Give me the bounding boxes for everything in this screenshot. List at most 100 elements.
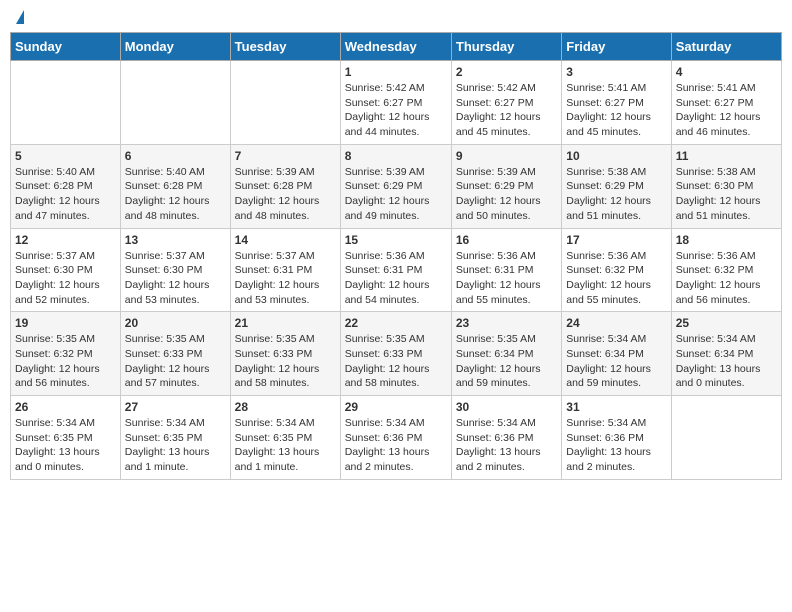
cell-info-text: Sunrise: 5:36 AM Sunset: 6:31 PM Dayligh… [345,249,447,308]
cell-date-number: 18 [676,233,777,247]
cell-info-text: Sunrise: 5:35 AM Sunset: 6:34 PM Dayligh… [456,332,557,391]
logo [14,10,24,24]
calendar-cell: 25 Sunrise: 5:34 AM Sunset: 6:34 PM Dayli… [671,312,781,396]
cell-date-number: 13 [125,233,226,247]
cell-date-number: 15 [345,233,447,247]
calendar-cell: 27 Sunrise: 5:34 AM Sunset: 6:35 PM Dayli… [120,396,230,480]
cell-date-number: 28 [235,400,336,414]
calendar-cell: 14Sunrise: 5:37 AM Sunset: 6:31 PM Dayli… [230,228,340,312]
cell-date-number: 16 [456,233,557,247]
calendar-cell: 31 Sunrise: 5:34 AM Sunset: 6:36 PM Dayli… [562,396,671,480]
calendar-cell: 17Sunrise: 5:36 AM Sunset: 6:32 PM Dayli… [562,228,671,312]
cell-date-number: 22 [345,316,447,330]
calendar-table: SundayMondayTuesdayWednesdayThursdayFrid… [10,32,782,480]
day-header-sunday: Sunday [11,33,121,61]
calendar-cell: 28 Sunrise: 5:34 AM Sunset: 6:35 PM Dayli… [230,396,340,480]
calendar-cell: 21 Sunrise: 5:35 AM Sunset: 6:33 PM Dayli… [230,312,340,396]
cell-info-text: Sunrise: 5:40 AM Sunset: 6:28 PM Dayligh… [15,165,116,224]
cell-date-number: 21 [235,316,336,330]
calendar-cell: 18 Sunrise: 5:36 AM Sunset: 6:32 PM Dayli… [671,228,781,312]
cell-info-text: Sunrise: 5:34 AM Sunset: 6:36 PM Dayligh… [456,416,557,475]
calendar-cell: 30 Sunrise: 5:34 AM Sunset: 6:36 PM Dayli… [451,396,561,480]
calendar-cell: 10 Sunrise: 5:38 AM Sunset: 6:29 PM Dayli… [562,144,671,228]
cell-info-text: Sunrise: 5:42 AM Sunset: 6:27 PM Dayligh… [456,81,557,140]
day-header-friday: Friday [562,33,671,61]
cell-info-text: Sunrise: 5:34 AM Sunset: 6:34 PM Dayligh… [566,332,666,391]
cell-info-text: Sunrise: 5:40 AM Sunset: 6:28 PM Dayligh… [125,165,226,224]
cell-date-number: 31 [566,400,666,414]
cell-date-number: 8 [345,149,447,163]
calendar-cell: 5 Sunrise: 5:40 AM Sunset: 6:28 PM Daylig… [11,144,121,228]
cell-info-text: Sunrise: 5:35 AM Sunset: 6:33 PM Dayligh… [235,332,336,391]
day-header-thursday: Thursday [451,33,561,61]
cell-info-text: Sunrise: 5:36 AM Sunset: 6:31 PM Dayligh… [456,249,557,308]
day-header-tuesday: Tuesday [230,33,340,61]
cell-info-text: Sunrise: 5:39 AM Sunset: 6:28 PM Dayligh… [235,165,336,224]
calendar-cell: 6 Sunrise: 5:40 AM Sunset: 6:28 PM Daylig… [120,144,230,228]
calendar-cell: 7 Sunrise: 5:39 AM Sunset: 6:28 PM Daylig… [230,144,340,228]
day-header-saturday: Saturday [671,33,781,61]
cell-date-number: 7 [235,149,336,163]
cell-date-number: 24 [566,316,666,330]
cell-info-text: Sunrise: 5:35 AM Sunset: 6:32 PM Dayligh… [15,332,116,391]
cell-info-text: Sunrise: 5:39 AM Sunset: 6:29 PM Dayligh… [456,165,557,224]
cell-info-text: Sunrise: 5:38 AM Sunset: 6:30 PM Dayligh… [676,165,777,224]
day-header-monday: Monday [120,33,230,61]
calendar-cell: 3Sunrise: 5:41 AM Sunset: 6:27 PM Daylig… [562,61,671,145]
cell-date-number: 4 [676,65,777,79]
calendar-cell: 2Sunrise: 5:42 AM Sunset: 6:27 PM Daylig… [451,61,561,145]
cell-info-text: Sunrise: 5:38 AM Sunset: 6:29 PM Dayligh… [566,165,666,224]
calendar-cell: 8 Sunrise: 5:39 AM Sunset: 6:29 PM Daylig… [340,144,451,228]
cell-info-text: Sunrise: 5:41 AM Sunset: 6:27 PM Dayligh… [676,81,777,140]
header [10,10,782,24]
cell-info-text: Sunrise: 5:34 AM Sunset: 6:34 PM Dayligh… [676,332,777,391]
cell-date-number: 9 [456,149,557,163]
cell-info-text: Sunrise: 5:36 AM Sunset: 6:32 PM Dayligh… [676,249,777,308]
cell-date-number: 27 [125,400,226,414]
calendar-cell [671,396,781,480]
cell-date-number: 12 [15,233,116,247]
cell-date-number: 29 [345,400,447,414]
cell-info-text: Sunrise: 5:34 AM Sunset: 6:36 PM Dayligh… [345,416,447,475]
calendar-cell: 4 Sunrise: 5:41 AM Sunset: 6:27 PM Daylig… [671,61,781,145]
calendar-week-row: 5 Sunrise: 5:40 AM Sunset: 6:28 PM Daylig… [11,144,782,228]
logo-triangle-icon [16,10,24,24]
cell-info-text: Sunrise: 5:34 AM Sunset: 6:36 PM Dayligh… [566,416,666,475]
cell-date-number: 19 [15,316,116,330]
calendar-cell: 20Sunrise: 5:35 AM Sunset: 6:33 PM Dayli… [120,312,230,396]
cell-info-text: Sunrise: 5:34 AM Sunset: 6:35 PM Dayligh… [235,416,336,475]
cell-info-text: Sunrise: 5:34 AM Sunset: 6:35 PM Dayligh… [125,416,226,475]
cell-date-number: 23 [456,316,557,330]
calendar-cell [11,61,121,145]
calendar-cell: 23 Sunrise: 5:35 AM Sunset: 6:34 PM Dayli… [451,312,561,396]
calendar-cell: 15 Sunrise: 5:36 AM Sunset: 6:31 PM Dayli… [340,228,451,312]
calendar-cell: 13 Sunrise: 5:37 AM Sunset: 6:30 PM Dayli… [120,228,230,312]
calendar-cell: 19 Sunrise: 5:35 AM Sunset: 6:32 PM Dayli… [11,312,121,396]
cell-date-number: 26 [15,400,116,414]
calendar-week-row: 26 Sunrise: 5:34 AM Sunset: 6:35 PM Dayli… [11,396,782,480]
calendar-week-row: 19 Sunrise: 5:35 AM Sunset: 6:32 PM Dayli… [11,312,782,396]
cell-date-number: 10 [566,149,666,163]
calendar-cell [230,61,340,145]
cell-date-number: 1 [345,65,447,79]
cell-info-text: Sunrise: 5:39 AM Sunset: 6:29 PM Dayligh… [345,165,447,224]
day-header-wednesday: Wednesday [340,33,451,61]
cell-date-number: 20 [125,316,226,330]
calendar-cell: 9 Sunrise: 5:39 AM Sunset: 6:29 PM Daylig… [451,144,561,228]
cell-date-number: 17 [566,233,666,247]
cell-info-text: Sunrise: 5:37 AM Sunset: 6:31 PM Dayligh… [235,249,336,308]
cell-info-text: Sunrise: 5:35 AM Sunset: 6:33 PM Dayligh… [345,332,447,391]
calendar-week-row: 1 Sunrise: 5:42 AM Sunset: 6:27 PM Daylig… [11,61,782,145]
cell-date-number: 6 [125,149,226,163]
cell-date-number: 3 [566,65,666,79]
calendar-cell: 16 Sunrise: 5:36 AM Sunset: 6:31 PM Dayli… [451,228,561,312]
calendar-header-row: SundayMondayTuesdayWednesdayThursdayFrid… [11,33,782,61]
cell-date-number: 30 [456,400,557,414]
calendar-week-row: 12 Sunrise: 5:37 AM Sunset: 6:30 PM Dayli… [11,228,782,312]
cell-info-text: Sunrise: 5:37 AM Sunset: 6:30 PM Dayligh… [125,249,226,308]
cell-date-number: 5 [15,149,116,163]
cell-date-number: 25 [676,316,777,330]
calendar-cell: 1 Sunrise: 5:42 AM Sunset: 6:27 PM Daylig… [340,61,451,145]
cell-info-text: Sunrise: 5:42 AM Sunset: 6:27 PM Dayligh… [345,81,447,140]
cell-info-text: Sunrise: 5:37 AM Sunset: 6:30 PM Dayligh… [15,249,116,308]
